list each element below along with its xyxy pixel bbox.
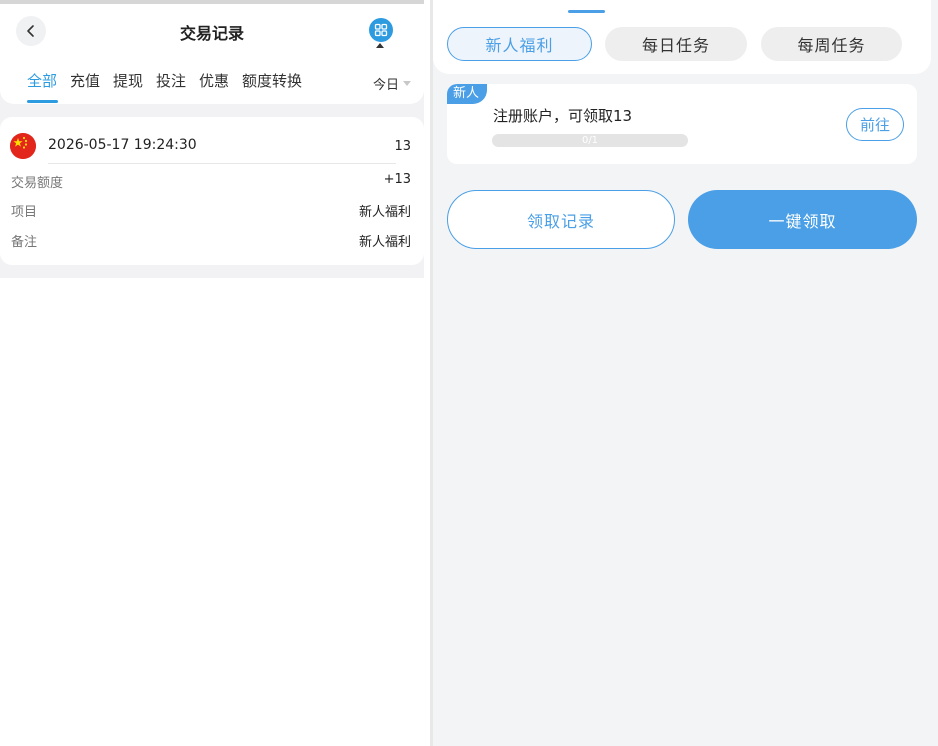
page-title: 交易记录 (179, 24, 244, 43)
row-value: 新人福利 (358, 205, 411, 220)
tab-bar: 全部 充值 提现 投注 优惠 额度转换 (0, 70, 424, 103)
segment-weekly[interactable]: 每周任务 (761, 27, 902, 61)
record-timestamp: 2026-05-17 19:24:30 (48, 137, 197, 153)
task-title: 注册账户，可领取13 (493, 107, 633, 125)
record-row: 备注 新人福利 (11, 231, 411, 250)
header: 交易记录 全部 充值 提现 投注 优惠 额度转换 今日 (0, 4, 424, 104)
progress-text: 0/1 (581, 135, 599, 146)
row-value: +13 (383, 172, 411, 187)
tab-promo[interactable]: 优惠 (199, 70, 229, 91)
active-tab-underline (27, 100, 58, 103)
rewards-panel: 新人福利 每日任务 每周任务 新人 注册账户，可领取13 0/1 前往 领取记录… (433, 0, 938, 746)
claim-all-button[interactable]: 一键领取 (688, 190, 917, 249)
china-flag-icon (10, 133, 36, 159)
claim-records-button[interactable]: 领取记录 (447, 190, 675, 249)
transaction-record-card[interactable]: 2026-05-17 19:24:30 13 交易额度 +13 项目 新人福利 … (0, 117, 424, 265)
row-label: 交易额度 (11, 176, 64, 191)
record-row: 项目 新人福利 (11, 201, 411, 220)
go-button[interactable]: 前往 (846, 108, 904, 141)
date-filter-dropdown[interactable]: 今日 (373, 74, 412, 93)
tab-withdraw[interactable]: 提现 (113, 70, 143, 91)
transaction-records-panel: 交易记录 全部 充值 提现 投注 优惠 额度转换 今日 2026-05-17 1… (0, 0, 430, 746)
menu-button[interactable] (369, 18, 393, 42)
caret-down-icon (403, 81, 412, 86)
tab-transfer[interactable]: 额度转换 (242, 70, 302, 91)
grid-icon (374, 23, 388, 37)
segment-newcomer[interactable]: 新人福利 (447, 27, 592, 61)
tab-bet[interactable]: 投注 (156, 70, 186, 91)
progress-bar: 0/1 (492, 134, 688, 147)
row-value: 新人福利 (358, 235, 411, 250)
row-label: 备注 (11, 235, 38, 250)
divider (48, 163, 396, 164)
record-amount: 13 (394, 139, 411, 154)
segment-daily[interactable]: 每日任务 (605, 27, 747, 61)
tab-all[interactable]: 全部 (27, 70, 57, 91)
caret-up-icon (376, 43, 384, 48)
task-card: 新人 注册账户，可领取13 0/1 前往 (447, 84, 917, 164)
date-filter-label: 今日 (373, 78, 400, 93)
top-indicator (568, 10, 605, 13)
segment-header: 新人福利 每日任务 每周任务 (433, 0, 931, 74)
record-row: 交易额度 +13 (11, 172, 411, 191)
tab-deposit[interactable]: 充值 (70, 70, 100, 91)
row-label: 项目 (11, 205, 38, 220)
screen: 交易记录 全部 充值 提现 投注 优惠 额度转换 今日 2026-05-17 1… (0, 0, 938, 746)
new-badge: 新人 (447, 84, 487, 104)
